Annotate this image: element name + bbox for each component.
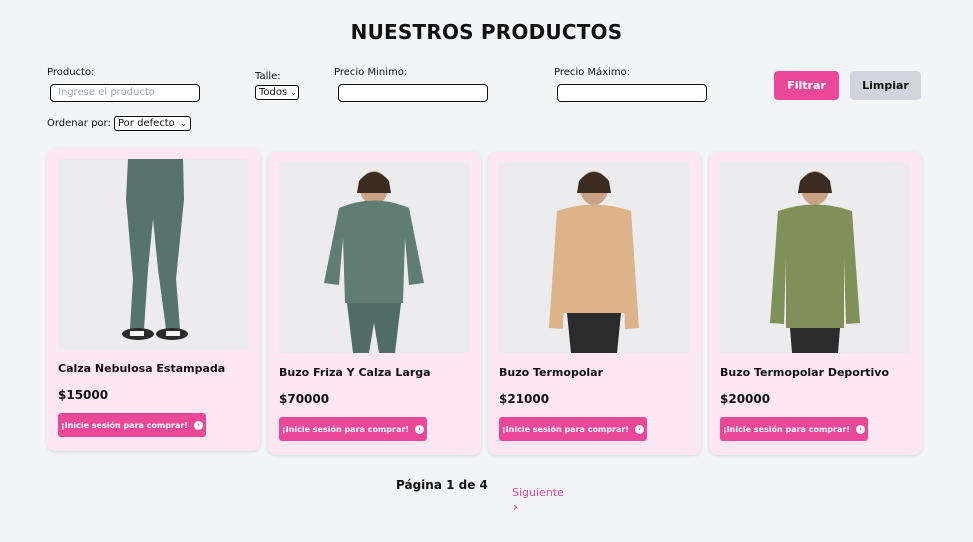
min-price-label: Precio Minimo: [334, 67, 408, 78]
product-name[interactable]: Buzo Termopolar [499, 366, 603, 379]
product-search-input[interactable]: Ingrese el producto [50, 84, 200, 102]
clear-button[interactable]: Limpiar [850, 71, 921, 100]
product-name[interactable]: Buzo Friza Y Calza Larga [279, 366, 431, 379]
size-filter-label: Talle: [255, 71, 281, 82]
size-select-value: Todos [259, 87, 288, 98]
login-to-buy-button[interactable]: ¡Inicie sesión para comprar! › [58, 413, 206, 437]
chevron-down-icon: ⌄ [180, 119, 187, 128]
filter-button[interactable]: Filtrar [774, 71, 839, 100]
login-to-buy-label: ¡Inicie sesión para comprar! [282, 424, 409, 434]
product-price: $70000 [279, 392, 330, 406]
product-card[interactable]: Calza Nebulosa Estampada $15000 ¡Inicie … [47, 148, 260, 451]
product-image [720, 163, 910, 353]
sort-label: Ordenar por: [47, 118, 111, 129]
product-image [58, 159, 248, 349]
arrow-right-circle-icon: › [634, 424, 644, 434]
product-price: $21000 [499, 392, 550, 406]
product-image [499, 163, 689, 353]
max-price-label: Precio Máximo: [554, 67, 631, 78]
product-card[interactable]: Buzo Termopolar $21000 ¡Inicie sesión pa… [488, 152, 701, 455]
login-to-buy-label: ¡Inicie sesión para comprar! [723, 424, 850, 434]
login-to-buy-button[interactable]: ¡Inicie sesión para comprar! › [279, 417, 427, 441]
min-price-input[interactable] [338, 84, 488, 102]
arrow-right-circle-icon: › [855, 424, 865, 434]
login-to-buy-button[interactable]: ¡Inicie sesión para comprar! › [499, 417, 647, 441]
arrow-right-circle-icon: › [414, 424, 424, 434]
sort-select-value: Por defecto [118, 118, 175, 129]
product-card[interactable]: Buzo Termopolar Deportivo $20000 ¡Inicie… [709, 152, 922, 455]
product-price: $15000 [58, 388, 109, 402]
login-to-buy-button[interactable]: ¡Inicie sesión para comprar! › [720, 417, 868, 441]
product-name[interactable]: Calza Nebulosa Estampada [58, 362, 225, 375]
max-price-input[interactable] [557, 84, 707, 102]
product-image [279, 163, 469, 353]
login-to-buy-label: ¡Inicie sesión para comprar! [61, 420, 188, 430]
product-price: $20000 [720, 392, 771, 406]
chevron-down-icon: ⌄ [290, 88, 297, 97]
sort-select[interactable]: Por defecto ⌄ [114, 116, 191, 131]
size-select[interactable]: Todos ⌄ [255, 85, 299, 100]
page-title: NUESTROS PRODUCTOS [350, 20, 623, 44]
arrow-right-circle-icon: › [193, 420, 203, 430]
product-card[interactable]: Buzo Friza Y Calza Larga $70000 ¡Inicie … [268, 152, 481, 455]
next-page-link[interactable]: Siguiente [512, 486, 564, 499]
product-filter-label: Producto: [47, 67, 95, 78]
login-to-buy-label: ¡Inicie sesión para comprar! [502, 424, 629, 434]
product-name[interactable]: Buzo Termopolar Deportivo [720, 366, 889, 379]
pagination-info: Página 1 de 4 [396, 478, 488, 492]
chevron-right-icon[interactable]: › [513, 500, 518, 514]
